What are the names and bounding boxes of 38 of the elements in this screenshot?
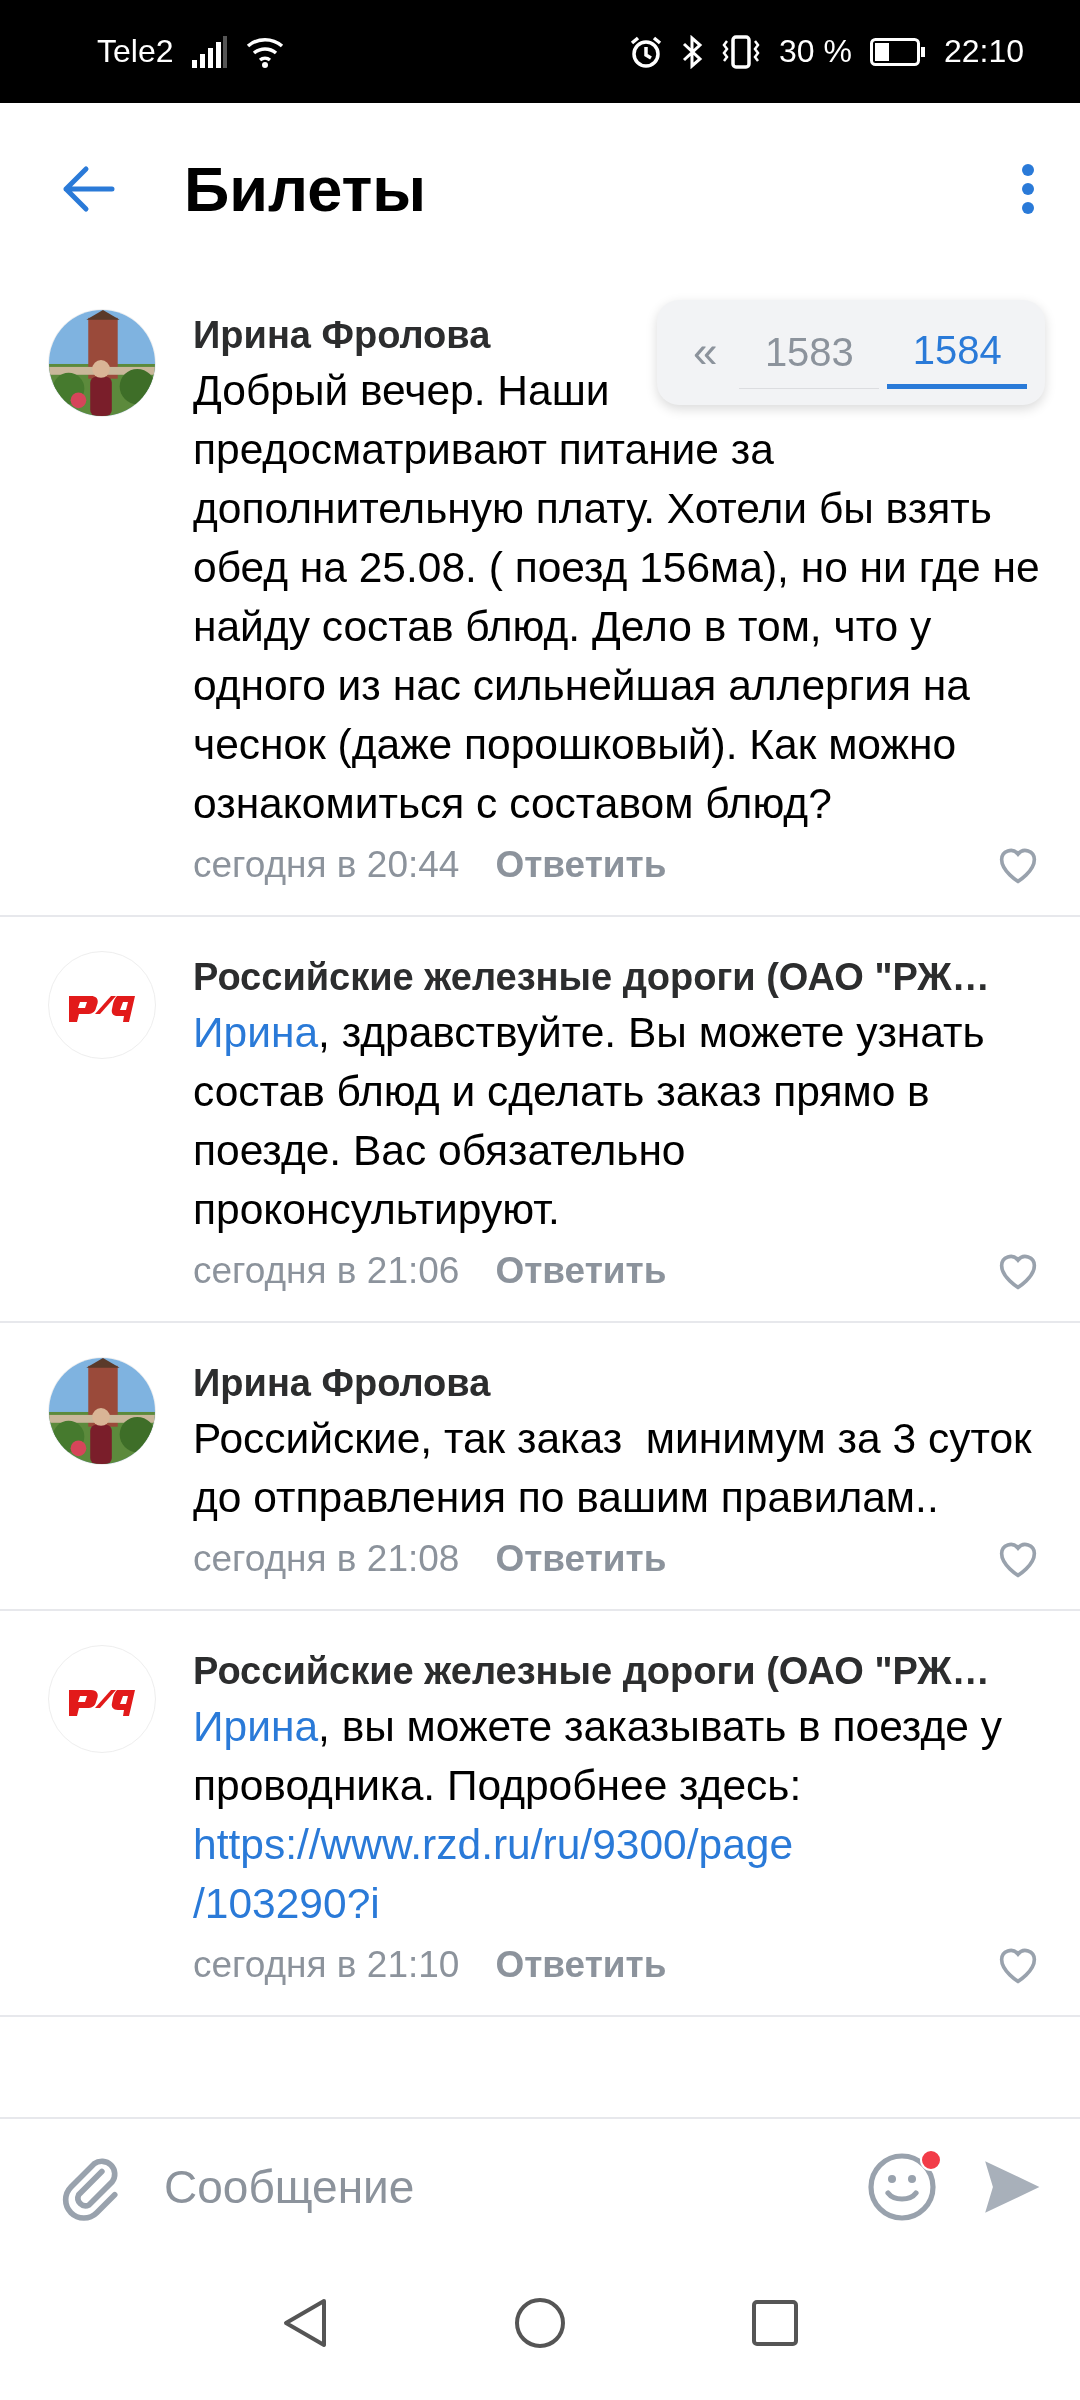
url-link[interactable]: https://www.rzd.ru/ru/9300/page — [193, 1821, 794, 1868]
author-name[interactable]: Российские железные дороги (ОАО "РЖ… — [193, 951, 990, 1003]
author-name[interactable]: Ирина Фролова — [193, 309, 491, 361]
battery-percent: 30 % — [779, 33, 852, 70]
square-icon — [752, 2299, 798, 2346]
comment-time: сегодня в 21:08 — [193, 1538, 460, 1580]
mention-link[interactable]: Ирина — [193, 1703, 319, 1750]
comment-time: сегодня в 20:44 — [193, 844, 460, 886]
page-title: Билеты — [184, 153, 428, 225]
smiley-icon — [866, 2151, 938, 2223]
comment-time: сегодня в 21:10 — [193, 1944, 460, 1986]
reply-button[interactable]: Ответить — [495, 1250, 667, 1292]
page-tab[interactable]: 1583 — [739, 316, 880, 389]
alarm-icon — [629, 34, 663, 69]
comment-text: Российские, так заказ минимум за 3 суток до отправления по вашим правилам.. — [193, 1414, 1033, 1523]
comment-time: сегодня в 21:06 — [193, 1250, 460, 1292]
page-tab[interactable]: 1584 — [887, 316, 1027, 389]
comment-text: Ирина, вы можете заказывать в поезде у проводника. Подробнее здесь: https://www.rzd.ru/ru/9300/page /103290?i — [193, 1702, 1003, 1929]
battery-icon — [869, 37, 926, 66]
reply-button[interactable]: Ответить — [495, 844, 667, 886]
wifi-icon — [245, 35, 286, 68]
message-input[interactable]: Сообщение — [162, 2159, 832, 2215]
reply-button[interactable]: Ответить — [495, 1538, 667, 1580]
vibrate-icon — [721, 34, 761, 69]
reply-button[interactable]: Ответить — [495, 1944, 667, 1986]
author-name[interactable]: Российские железные дороги (ОАО "РЖ… — [193, 1645, 990, 1697]
carrier-name: Tele2 — [97, 33, 174, 70]
clock-time: 22:10 — [943, 33, 1024, 70]
url-link[interactable]: /103290?i — [193, 1880, 380, 1927]
bluetooth-icon — [681, 34, 703, 69]
author-name[interactable]: Ирина Фролова — [193, 1357, 491, 1409]
comment-text: Ирина, здравствуйте. Вы можете узнать состав блюд и сделать заказ прямо в поезде. Вас обязательно проконсультируют. — [193, 1008, 986, 1235]
circle-icon — [514, 2296, 566, 2349]
triangle-icon — [282, 2296, 328, 2349]
more-icon — [1020, 163, 1036, 215]
signal-icon — [191, 35, 228, 68]
emoji-button[interactable] — [866, 2151, 938, 2223]
mention-link[interactable]: Ирина — [193, 1009, 319, 1056]
